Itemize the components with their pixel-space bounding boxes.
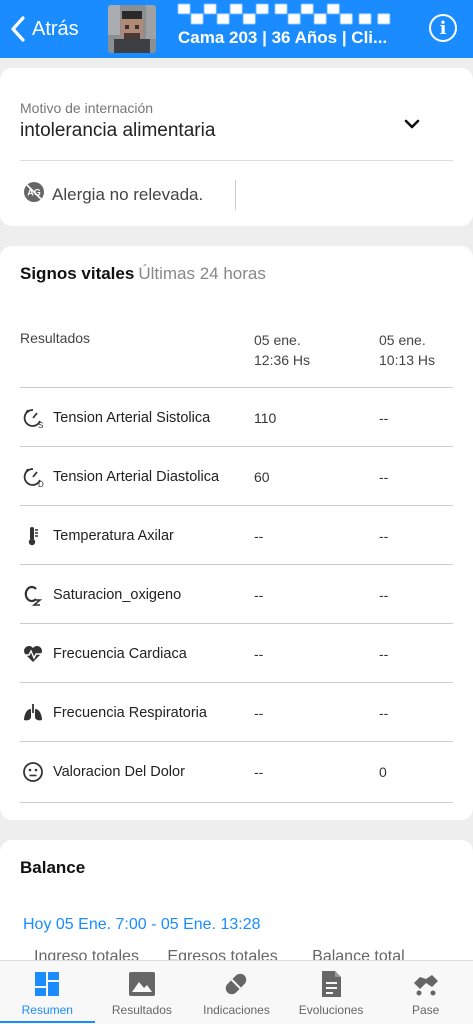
vital-signs-heading: Signos vitales [20,264,135,283]
divider [20,802,453,803]
admission-reason-card: Motivo de internación intolerancia alime… [0,68,473,226]
vital-value-1: 110 [254,410,277,426]
patient-info[interactable]: ▀▄▀▄▀▄▀ ▀▄▀▄▀▄ ▄ ▄ Cama 203 | 36 Años | … [178,4,418,48]
vital-label: Tension Arterial Sistolica [53,410,211,426]
image-icon [128,972,155,996]
vital-row-pain[interactable]: Valoracion Del Dolor -- 0 [20,741,453,800]
vital-value-1: -- [254,705,264,721]
patient-bed-info: Cama 203 | 36 Años | Cli... [178,28,388,47]
balance-date-range[interactable]: Hoy 05 Ene. 7:00 - 05 Ene. 13:28 [23,916,261,934]
pill-icon [226,973,247,995]
results-header: Resultados [20,330,91,346]
vertical-divider [235,180,236,210]
vital-value-2: -- [379,469,389,485]
vital-row-respiratory[interactable]: Frecuencia Respiratoria -- -- [20,682,453,741]
vital-label: Tension Arterial Diastolica [53,469,220,485]
vital-value-1: -- [254,764,264,780]
vital-row-systolic[interactable]: S Tension Arterial Sistolica 110 -- [20,387,453,446]
vital-signs-card: Signos vitales Últimas 24 horas Resultado… [0,246,473,820]
handoff-icon [413,975,438,996]
blood-pressure-s-icon: S [23,409,43,429]
tab-label: Resultados [111,1003,172,1017]
document-icon [322,971,342,997]
vital-value-1: -- [254,587,264,603]
dashboard-icon [35,972,60,996]
app-header: Atrás ▀▄▀▄▀▄▀ ▀▄▀▄▀▄ ▄ ▄ Cama 203 | 36 A… [0,0,473,58]
balance-title: Balance [20,858,86,877]
chevron-down-icon[interactable] [403,115,421,133]
tab-evoluciones[interactable]: Evoluciones [284,961,379,1024]
svg-text:D: D [38,480,44,488]
patient-avatar [108,5,156,53]
allergy-icon: AG [24,182,44,202]
vital-row-temperature[interactable]: Temperatura Axilar -- -- [20,505,453,564]
bottom-navigation: Resumen Resultados Indicaciones Evolucio… [0,960,473,1024]
vital-value-2: -- [379,646,389,662]
blood-pressure-d-icon: D [23,468,44,488]
vital-label: Valoracion Del Dolor [53,764,185,780]
vital-label: Frecuencia Cardiaca [53,646,187,662]
vital-label: Saturacion_oxigeno [53,587,182,603]
lungs-icon [24,704,42,721]
column-header-1: 05 ene. 12:36 Hs [254,332,311,368]
vital-value-2: -- [379,587,389,603]
vital-value-1: -- [254,528,264,544]
back-button[interactable]: Atrás [0,0,100,58]
vital-value-2: 0 [379,764,387,780]
tab-indicaciones[interactable]: Indicaciones [189,961,284,1024]
vital-value-2: -- [379,705,389,721]
tab-pase[interactable]: Pase [378,961,473,1024]
vital-value-1: -- [254,646,264,662]
column-header-2: 05 ene. 10:13 Hs [379,332,436,368]
vital-label: Temperatura Axilar [53,528,174,544]
vital-value-1: 60 [254,469,270,485]
tab-label: Evoluciones [298,1003,364,1017]
vital-value-2: -- [379,528,389,544]
tab-resultados[interactable]: Resultados [95,961,190,1024]
vital-row-diastolic[interactable]: D Tension Arterial Diastolica 60 -- [20,446,453,505]
divider [20,160,453,161]
patient-name: ▀▄▀▄▀▄▀ ▀▄▀▄▀▄ ▄ ▄ [178,4,391,23]
info-icon: i [439,17,447,39]
pain-face-icon [23,762,43,782]
allergy-status: Alergia no relevada. [52,185,204,204]
heart-rate-icon [24,646,42,662]
vital-label: Frecuencia Respiratoria [53,705,207,721]
back-label: Atrás [32,17,79,40]
balance-card: Balance Hoy 05 Ene. 7:00 - 05 Ene. 13:28… [0,840,473,970]
info-button[interactable]: i [429,14,457,42]
thermometer-icon [28,527,38,546]
motivo-value: intolerancia alimentaria [20,120,216,141]
svg-text:S: S [38,421,43,429]
vital-row-heart-rate[interactable]: Frecuencia Cardiaca -- -- [20,623,453,682]
vital-signs-period: Últimas 24 horas [138,264,266,283]
vital-value-2: -- [379,410,389,426]
oxygen-icon [24,585,43,606]
tab-label: Pase [411,1003,440,1017]
tab-resumen[interactable]: Resumen [0,961,95,1024]
tab-label: Indicaciones [203,1003,270,1017]
tab-label: Resumen [21,1003,73,1017]
chevron-left-icon [11,16,25,42]
vital-row-oxygen[interactable]: Saturacion_oxigeno -- -- [20,564,453,623]
vital-signs-title: Signos vitales Últimas 24 horas [20,264,266,284]
motivo-label: Motivo de internación [20,100,154,116]
